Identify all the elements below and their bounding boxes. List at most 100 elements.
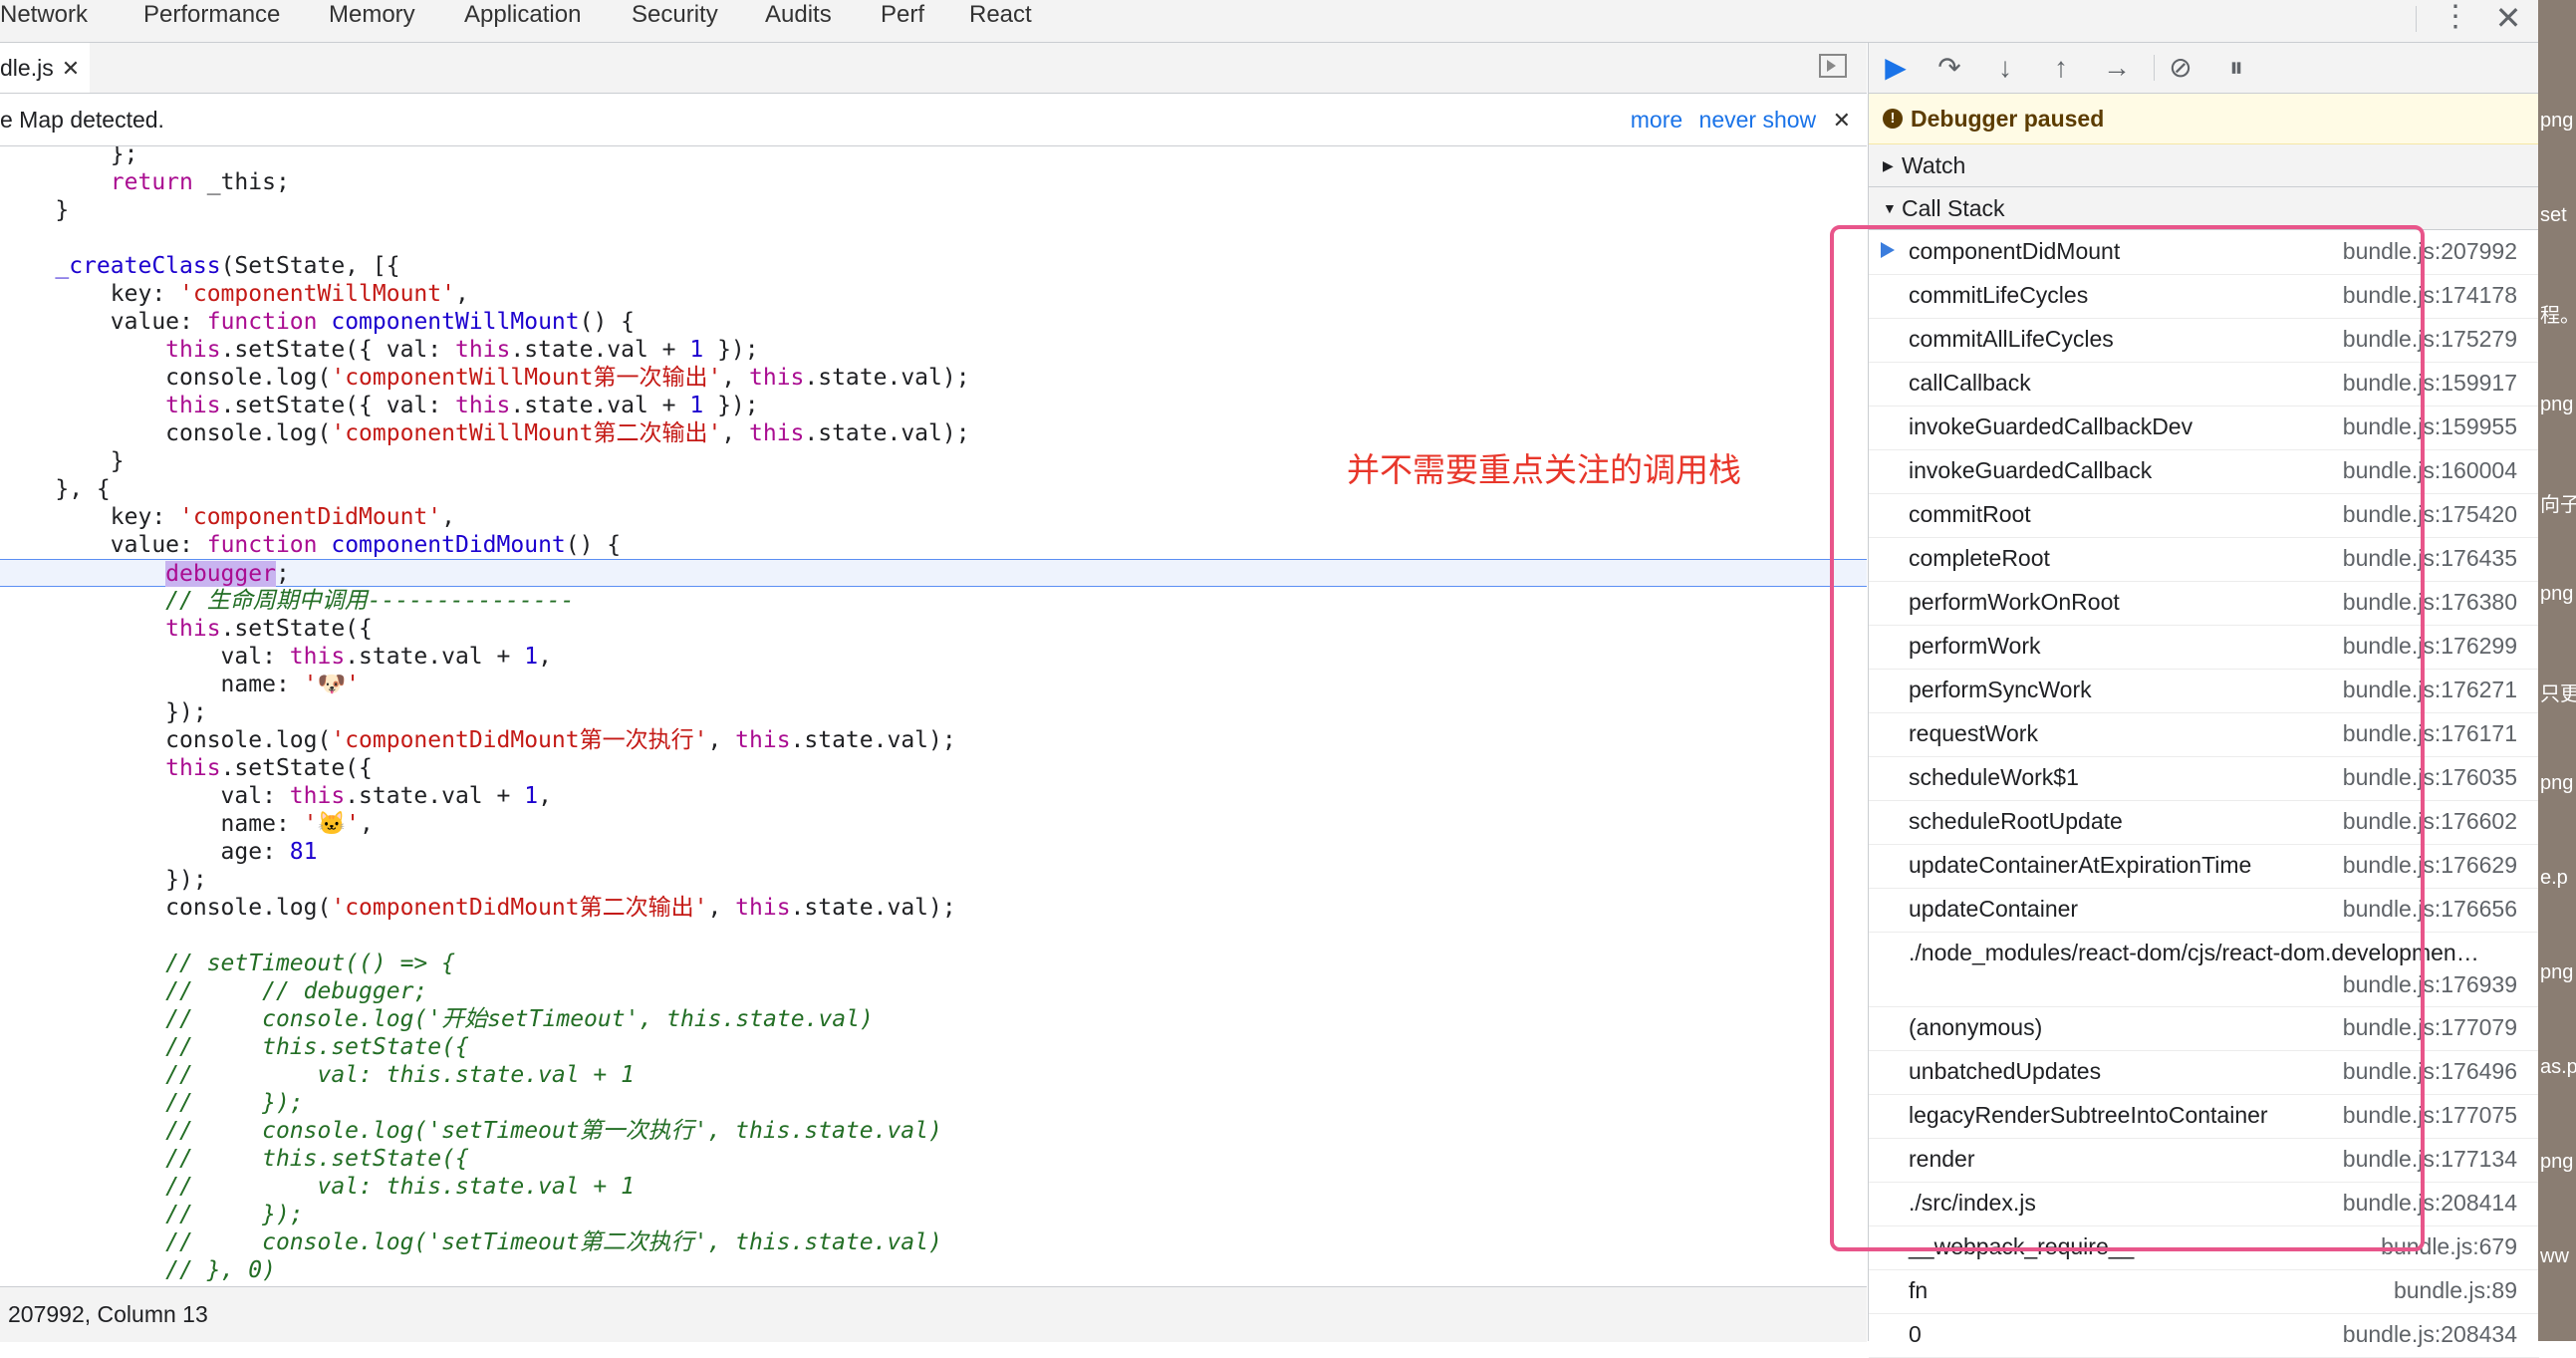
code-line: age: 81 — [0, 839, 318, 865]
more-link[interactable]: more — [1631, 107, 1682, 133]
infobar-message: e Map detected. — [0, 107, 164, 133]
code-line: // val: this.state.val + 1 — [165, 1062, 635, 1088]
code-line: val: this.state.val + 1, — [0, 783, 552, 809]
code-line: this.setState({ val: this.state.val + 1 … — [165, 393, 759, 418]
resume-icon[interactable]: ▶ — [1879, 51, 1913, 85]
background-text-fragment: e.p — [2540, 867, 2568, 889]
annotation-text: 并不需要重点关注的调用栈 — [1347, 450, 1741, 489]
step-into-icon[interactable]: ↓ — [1988, 51, 2022, 85]
step-icon[interactable]: → — [2100, 51, 2134, 85]
call-stack-section-header[interactable]: ▼ Call Stack — [1869, 187, 2539, 230]
background-text-fragment: png — [2540, 772, 2574, 794]
background-text-fragment: 只更 — [2540, 683, 2576, 705]
code-line: // val: this.state.val + 1 — [165, 1174, 635, 1200]
code-line: // console.log('setTimeout第二次执行', this.s… — [165, 1229, 942, 1255]
code-line: // this.setState({ — [165, 1146, 469, 1172]
frame-location-link[interactable]: bundle.js:208434 — [2343, 1321, 2517, 1348]
toolbar-divider — [2154, 55, 2155, 81]
code-line: // setTimeout(() => { — [165, 951, 455, 976]
call-stack-label: Call Stack — [1902, 195, 2005, 221]
code-line: // }); — [165, 1202, 304, 1227]
code-line: }; — [0, 146, 138, 167]
current-execution-line: debugger; — [0, 559, 1867, 587]
background-text-fragment: png — [2540, 961, 2574, 983]
chevron-down-icon: ▼ — [1883, 200, 1897, 216]
background-text-fragment: png — [2540, 583, 2574, 605]
never-show-link[interactable]: never show — [1699, 107, 1817, 133]
code-line: // }); — [165, 1090, 304, 1116]
info-icon: ! — [1883, 109, 1903, 129]
code-line: value: function componentDidMount() { — [0, 532, 622, 558]
file-tab-label: dle.js — [0, 55, 54, 81]
background-text-fragment: 向子 — [2540, 494, 2576, 516]
devtools-tab-bar: Network Performance Memory Application S… — [0, 0, 2538, 43]
toggle-debugger-sidebar-icon[interactable] — [1819, 54, 1847, 78]
code-line: // 生命周期中调用--------------- — [165, 588, 575, 614]
close-icon[interactable]: ✕ — [2486, 2, 2530, 38]
code-line: key: 'componentWillMount', — [0, 281, 469, 307]
code-line: // this.setState({ — [165, 1034, 469, 1060]
code-line: this.setState({ — [165, 755, 373, 781]
code-line: } — [0, 197, 70, 223]
frame-function-name: 0 — [1909, 1321, 1922, 1347]
step-over-icon[interactable]: ↷ — [1932, 51, 1966, 85]
code-line: _createClass(SetState, [{ — [55, 253, 400, 279]
pause-on-exceptions-icon[interactable]: ⏸ — [2219, 51, 2253, 85]
code-line: // console.log('setTimeout第一次执行', this.s… — [165, 1118, 942, 1144]
code-line: val: this.state.val + 1, — [0, 644, 552, 670]
code-line: // // debugger; — [165, 978, 428, 1004]
frame-location-link[interactable]: bundle.js:89 — [2394, 1277, 2517, 1304]
source-map-infobar: e Map detected. more never show ✕ — [0, 94, 1867, 146]
tab-memory[interactable]: Memory — [329, 0, 415, 42]
debugger-toolbar: ▶ ↷ ↓ ↑ → ⊘ ⏸ — [1869, 43, 2539, 94]
tab-performance[interactable]: Performance — [143, 0, 280, 42]
close-infobar-icon[interactable]: ✕ — [1833, 108, 1851, 133]
watch-section-header[interactable]: ▶ Watch — [1869, 144, 2539, 187]
call-stack-frame[interactable]: 0 bundle.js:208434 — [1869, 1313, 2539, 1358]
editor-status-bar: 207992, Column 13 — [0, 1286, 1867, 1342]
call-stack-frame[interactable]: fn bundle.js:89 — [1869, 1269, 2539, 1314]
step-out-icon[interactable]: ↑ — [2044, 51, 2078, 85]
code-line: // console.log('开始setTimeout', this.stat… — [165, 1006, 874, 1032]
tab-network[interactable]: Network — [0, 0, 88, 42]
debugger-paused-banner: ! Debugger paused — [1869, 94, 2539, 144]
close-tab-icon[interactable]: ✕ — [62, 56, 80, 81]
background-window-edge: png set 程。 png 向子 png 只更 png e.p png as.p png ww — [2538, 0, 2576, 1341]
tab-security[interactable]: Security — [632, 0, 718, 42]
code-line: this.setState({ val: this.state.val + 1 … — [165, 337, 759, 363]
code-line: console.log('componentDidMount第一次执行', th… — [0, 727, 956, 753]
background-text-fragment: png — [2540, 110, 2574, 132]
cursor-position: 207992, Column 13 — [8, 1301, 208, 1327]
tab-perf[interactable]: Perf — [881, 0, 924, 42]
background-text-fragment: png — [2540, 1151, 2574, 1173]
tab-application[interactable]: Application — [464, 0, 581, 42]
chevron-right-icon: ▶ — [1883, 157, 1894, 173]
code-line: }); — [0, 699, 207, 725]
background-text-fragment: as.p — [2540, 1056, 2576, 1078]
code-line: // }, 0) — [165, 1257, 276, 1283]
code-line: name: '🐶' — [0, 672, 360, 697]
code-line: this.setState({ — [165, 616, 373, 642]
code-line: value: function componentWillMount() { — [0, 309, 635, 335]
background-text-fragment: png — [2540, 394, 2574, 415]
annotation-highlight-box — [1830, 225, 2425, 1251]
tab-audits[interactable]: Audits — [765, 0, 832, 42]
paused-label: Debugger paused — [1911, 106, 2105, 132]
kebab-menu-icon[interactable]: ⋮ — [2436, 2, 2475, 38]
code-line: }); — [0, 867, 207, 893]
editor-tab-bar: dle.js ✕ — [0, 43, 1867, 94]
code-line: name: '🐱', — [0, 811, 374, 837]
code-line: console.log('componentWillMount第一次输出', t… — [0, 365, 970, 391]
frame-function-name: fn — [1909, 1277, 1929, 1303]
toolbar-divider — [2416, 6, 2417, 32]
background-text-fragment: 程。 — [2540, 305, 2576, 327]
code-line: key: 'componentDidMount', — [0, 504, 455, 530]
background-text-fragment: ww — [2540, 1245, 2569, 1267]
deactivate-breakpoints-icon[interactable]: ⊘ — [2164, 51, 2197, 85]
tab-react[interactable]: React — [969, 0, 1032, 42]
file-tab[interactable]: dle.js ✕ — [0, 43, 91, 93]
code-editor[interactable]: }; return _this; } _createClass(SetState… — [0, 146, 1867, 1286]
code-line: console.log('componentDidMount第二次输出', th… — [0, 895, 956, 921]
